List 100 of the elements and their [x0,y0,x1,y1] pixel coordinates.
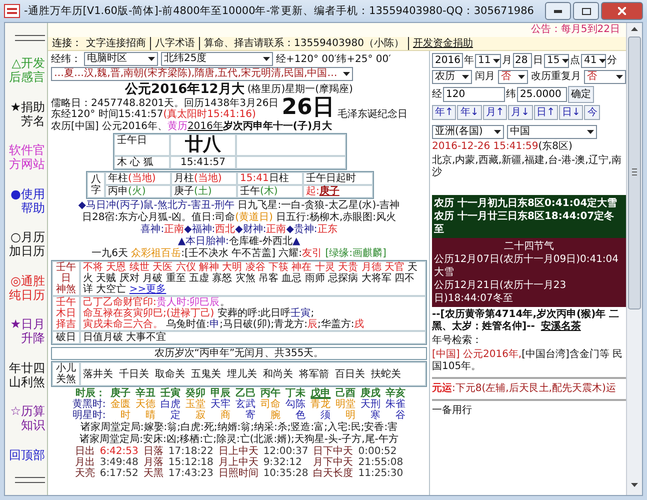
link-bar-label: 连接： [52,37,82,50]
time-value: 9:32:12 [263,457,303,468]
nav-button[interactable]: 日↓ [558,105,584,120]
leap-month-dropdown[interactable]: 否 [498,70,528,84]
timezone-dropdown[interactable]: 电脑时区 [84,52,158,66]
sidebar-link[interactable]: ★日月升降 [9,317,45,346]
minimize-button[interactable] [545,2,571,20]
link-bar-link[interactable]: 八字术语 [151,37,200,50]
tea-link[interactable]: 安溪名茶 [540,321,581,332]
almanac-line: 喜神:正南◆福神:西北◆财神:正南◆贵神:正东 [140,224,338,235]
caret-icon [518,75,525,79]
sidebar-link[interactable]: ◎通胜纯日历 [9,274,45,302]
time-value: 15:12:18 [168,457,214,468]
row-label: 破日 [52,331,80,344]
row-label: 壬午 木日 择吉 [52,296,80,331]
sidebar-link[interactable]: ○月历加日历 [9,230,45,258]
almanac-line: ◆马日冲(丙子)鼠-煞北方-害丑-刑午 日九飞星:一白-贪狼-太乙星(水)-吉神 [77,200,401,211]
latitude-dropdown[interactable]: 北纬25度 [161,52,273,66]
window-title: -通胜万年历[V1.60版-简体]-前4800年至10000年-常更新、编者手机：13559403980-QQ：305671986 [24,4,535,18]
lunar-year-text: 农历[中国] 公元2016年、黄历2016年岁次丙申年十一(子)月大 [51,121,334,132]
zhoutang-line: 诸家周堂定局:安床:凶;移栖:亡;除灵:亡(北派:婿);天狗星-头-子方,尾-午方 [78,434,400,445]
hour-label: 癸卯 [186,388,206,399]
maximize-button[interactable] [573,2,599,20]
hour-god-label: 朱雀 [386,399,406,410]
field-label: 经纬： [51,54,81,64]
child-pass-text: 千日关 [119,368,149,380]
hour-star-label: 谷 [394,410,406,421]
sidebar-link[interactable]: 回顶部 [9,448,45,462]
close-icon [618,7,626,15]
backup-text: 一备用行 [432,405,473,417]
repeat-month-dropdown[interactable]: 否 [584,70,626,84]
month-dropdown[interactable]: 11 [475,54,501,68]
auspicious-line: 寅戌未命三六合。 乌兔时值:申;马日破(卯);青龙方:辰;华盖方:戌 [83,319,366,330]
row-label: 黄黑时: [72,399,106,410]
festival-text: 毛泽东诞纪念日 [337,109,408,120]
row-label: 壬午 日 神煞 [52,261,80,296]
field-label: 年 [464,54,474,66]
sidebar-link[interactable]: ☆历算知识 [9,404,45,432]
nav-button[interactable]: 月↑ [482,105,508,120]
hour-star-label: 明 [344,410,356,421]
hour-star-label: 商 [220,410,231,421]
year-field[interactable]: 2016 [432,53,463,68]
nav-button[interactable]: 日↑ [534,105,558,120]
caret-icon [148,57,155,61]
time-value: 6:42:53 [100,446,138,457]
row-label: 时辰： [76,388,106,399]
minimize-icon [554,10,562,12]
confirm-button[interactable]: 确定 [568,86,594,103]
nav-button[interactable]: 年↓ [457,105,482,120]
app-icon [4,4,20,18]
more-link[interactable]: >>更多 [129,284,166,295]
longitude-field[interactable]: 120 [443,87,505,102]
time-value: 21:55:08 [358,457,404,468]
time-value: 17:43:23 [168,468,214,479]
child-pass-text: 取命关 [155,368,185,380]
pillar-heading: 壬午日起时 [303,172,373,185]
pillar-value: 起:庚子 [303,185,373,198]
hour-star-label: 晴 [144,410,156,421]
continent-dropdown[interactable]: 亚洲(各国) [432,125,504,139]
pillar-value: 丙申(火) [105,185,171,198]
close-button[interactable] [601,2,643,20]
calendar-dropdown[interactable]: 农历 [432,70,472,84]
dynasty-dropdown[interactable]: …夏…汉,魏,晋,南朝(宋齐梁陈),隋唐,五代,宋元明清,民国,中国… [51,67,353,81]
field-label: 纬 [506,88,516,100]
minute-dropdown[interactable]: 41 [581,54,606,68]
hour-god-label: 明堂 [336,399,356,410]
hour-label: 戊申 [310,388,331,399]
country-dropdown[interactable]: 中国 [507,125,597,139]
coordinates-text: 经+120° 00′纬+25° 00′ [276,54,391,64]
sidebar-link[interactable]: 年廿四山利煞 [9,360,45,389]
day-field[interactable]: 28 [513,53,532,68]
row-label: 明星时: [72,410,106,421]
era-text: [中国] 公元2016年,[中国台湾]含金门等 民国105年。 [432,349,624,373]
nav-button[interactable]: 今 [584,105,600,120]
almanac-line: 一九6天 众彩祖百岳:[壬不决水 午不苫盖] 六耀:友引 [绿缘:画麒麟] [90,248,388,259]
sidebar-link[interactable]: 软件官方网站 [9,143,45,172]
pillar-value: 壬午(木) [237,185,303,198]
hour-star-label: 须 [320,410,331,421]
caret-icon [587,130,594,134]
caret-icon [462,75,469,79]
cycle-text: 元运:下元8(左辅,后天艮土,配先天震木)运 [432,383,617,395]
field-label: 闰月 [475,71,495,83]
hour-dropdown[interactable]: 15 [544,54,569,68]
hour-god-label: 天德 [136,399,156,410]
area-list-text: 北京,内蒙,西藏,新疆,福建,台-港-澳,辽宁,南沙 [432,155,622,179]
link-bar-link[interactable]: 文字连接招商 [82,37,151,50]
nav-button[interactable]: 月↓ [508,105,533,120]
field-label: 日 [533,54,543,66]
child-pass-text: 落井关 [83,368,113,380]
latitude-field[interactable]: 25.0000 [517,87,567,102]
julian-day-text: 儒略日：2457748.8201天。回历1438年3月26日 [51,98,279,109]
sidebar-link[interactable]: ★捐助芳名 [9,100,45,128]
caret-icon [616,75,623,79]
hour-label: 甲辰 [210,388,231,399]
link-bar-link[interactable]: 开发资金捐助 [409,37,477,50]
child-pass-text: 和尚关 [263,368,293,380]
nav-button[interactable]: 年↑ [432,105,456,120]
link-bar-link[interactable]: 算命、择吉请联系：13559403980（小陈） [200,37,409,50]
deity-text: 不将 天恩 续世 天医 六仪 解神 大明 凌谷 下筷 神在 十灵 天贵 月德 天官 天火 天贼 厌对 月破 重至 五虚 寡怒 灾煞 吊客 血忌 雨师 忌探病 大将军 四不详 大空亡 >>更多 [80,261,426,296]
sidebar-link[interactable]: ●使用帮助 [9,186,45,215]
